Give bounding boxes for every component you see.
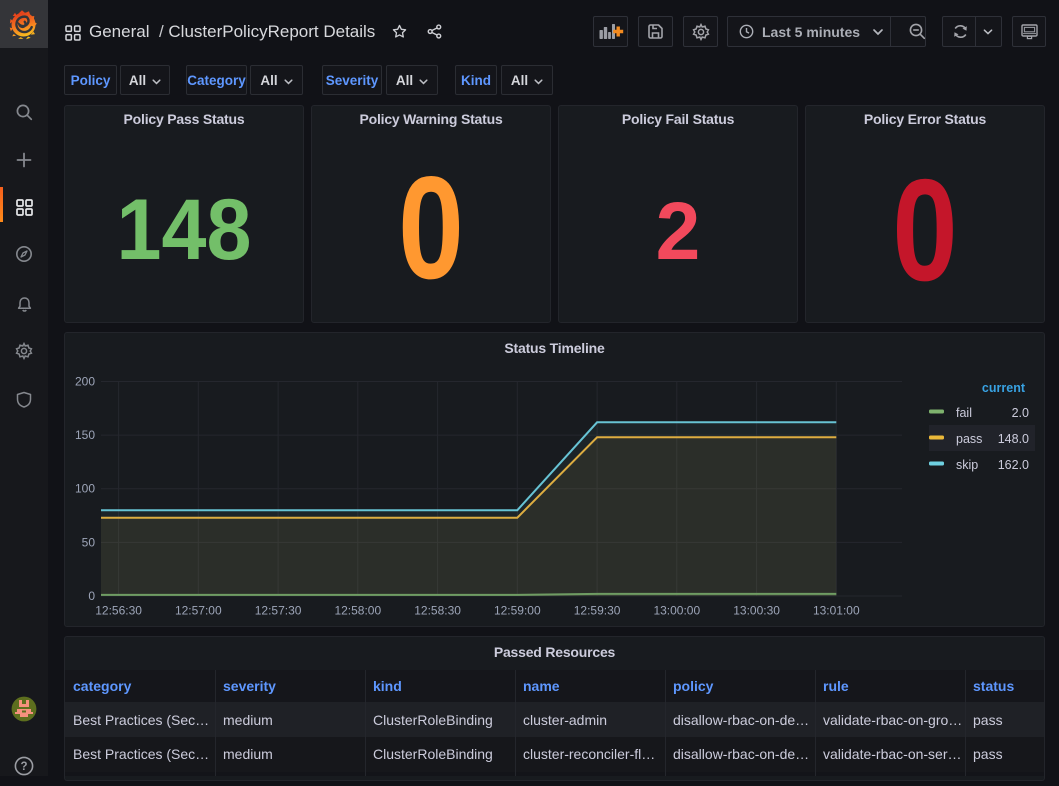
- svg-text:162.0: 162.0: [998, 458, 1029, 472]
- svg-text:12:56:30: 12:56:30: [95, 604, 142, 618]
- svg-text:12:57:30: 12:57:30: [255, 604, 302, 618]
- svg-text:12:58:00: 12:58:00: [334, 604, 381, 618]
- svg-text:13:00:00: 13:00:00: [653, 604, 700, 618]
- svg-text:150: 150: [75, 428, 95, 442]
- svg-text:0: 0: [88, 589, 95, 603]
- svg-text:148.0: 148.0: [998, 432, 1029, 446]
- svg-text:12:58:30: 12:58:30: [414, 604, 461, 618]
- svg-text:fail: fail: [956, 406, 972, 420]
- svg-text:12:57:00: 12:57:00: [175, 604, 222, 618]
- svg-text:13:00:30: 13:00:30: [733, 604, 780, 618]
- svg-text:skip: skip: [956, 458, 978, 472]
- svg-text:100: 100: [75, 482, 95, 496]
- svg-text:pass: pass: [956, 432, 982, 446]
- svg-text:200: 200: [75, 375, 95, 389]
- svg-text:?: ?: [20, 761, 27, 773]
- svg-text:current: current: [982, 381, 1026, 395]
- svg-text:2.0: 2.0: [1012, 406, 1029, 420]
- svg-text:13:01:00: 13:01:00: [813, 604, 860, 618]
- svg-text:50: 50: [82, 535, 96, 549]
- svg-text:12:59:00: 12:59:00: [494, 604, 541, 618]
- svg-text:12:59:30: 12:59:30: [574, 604, 621, 618]
